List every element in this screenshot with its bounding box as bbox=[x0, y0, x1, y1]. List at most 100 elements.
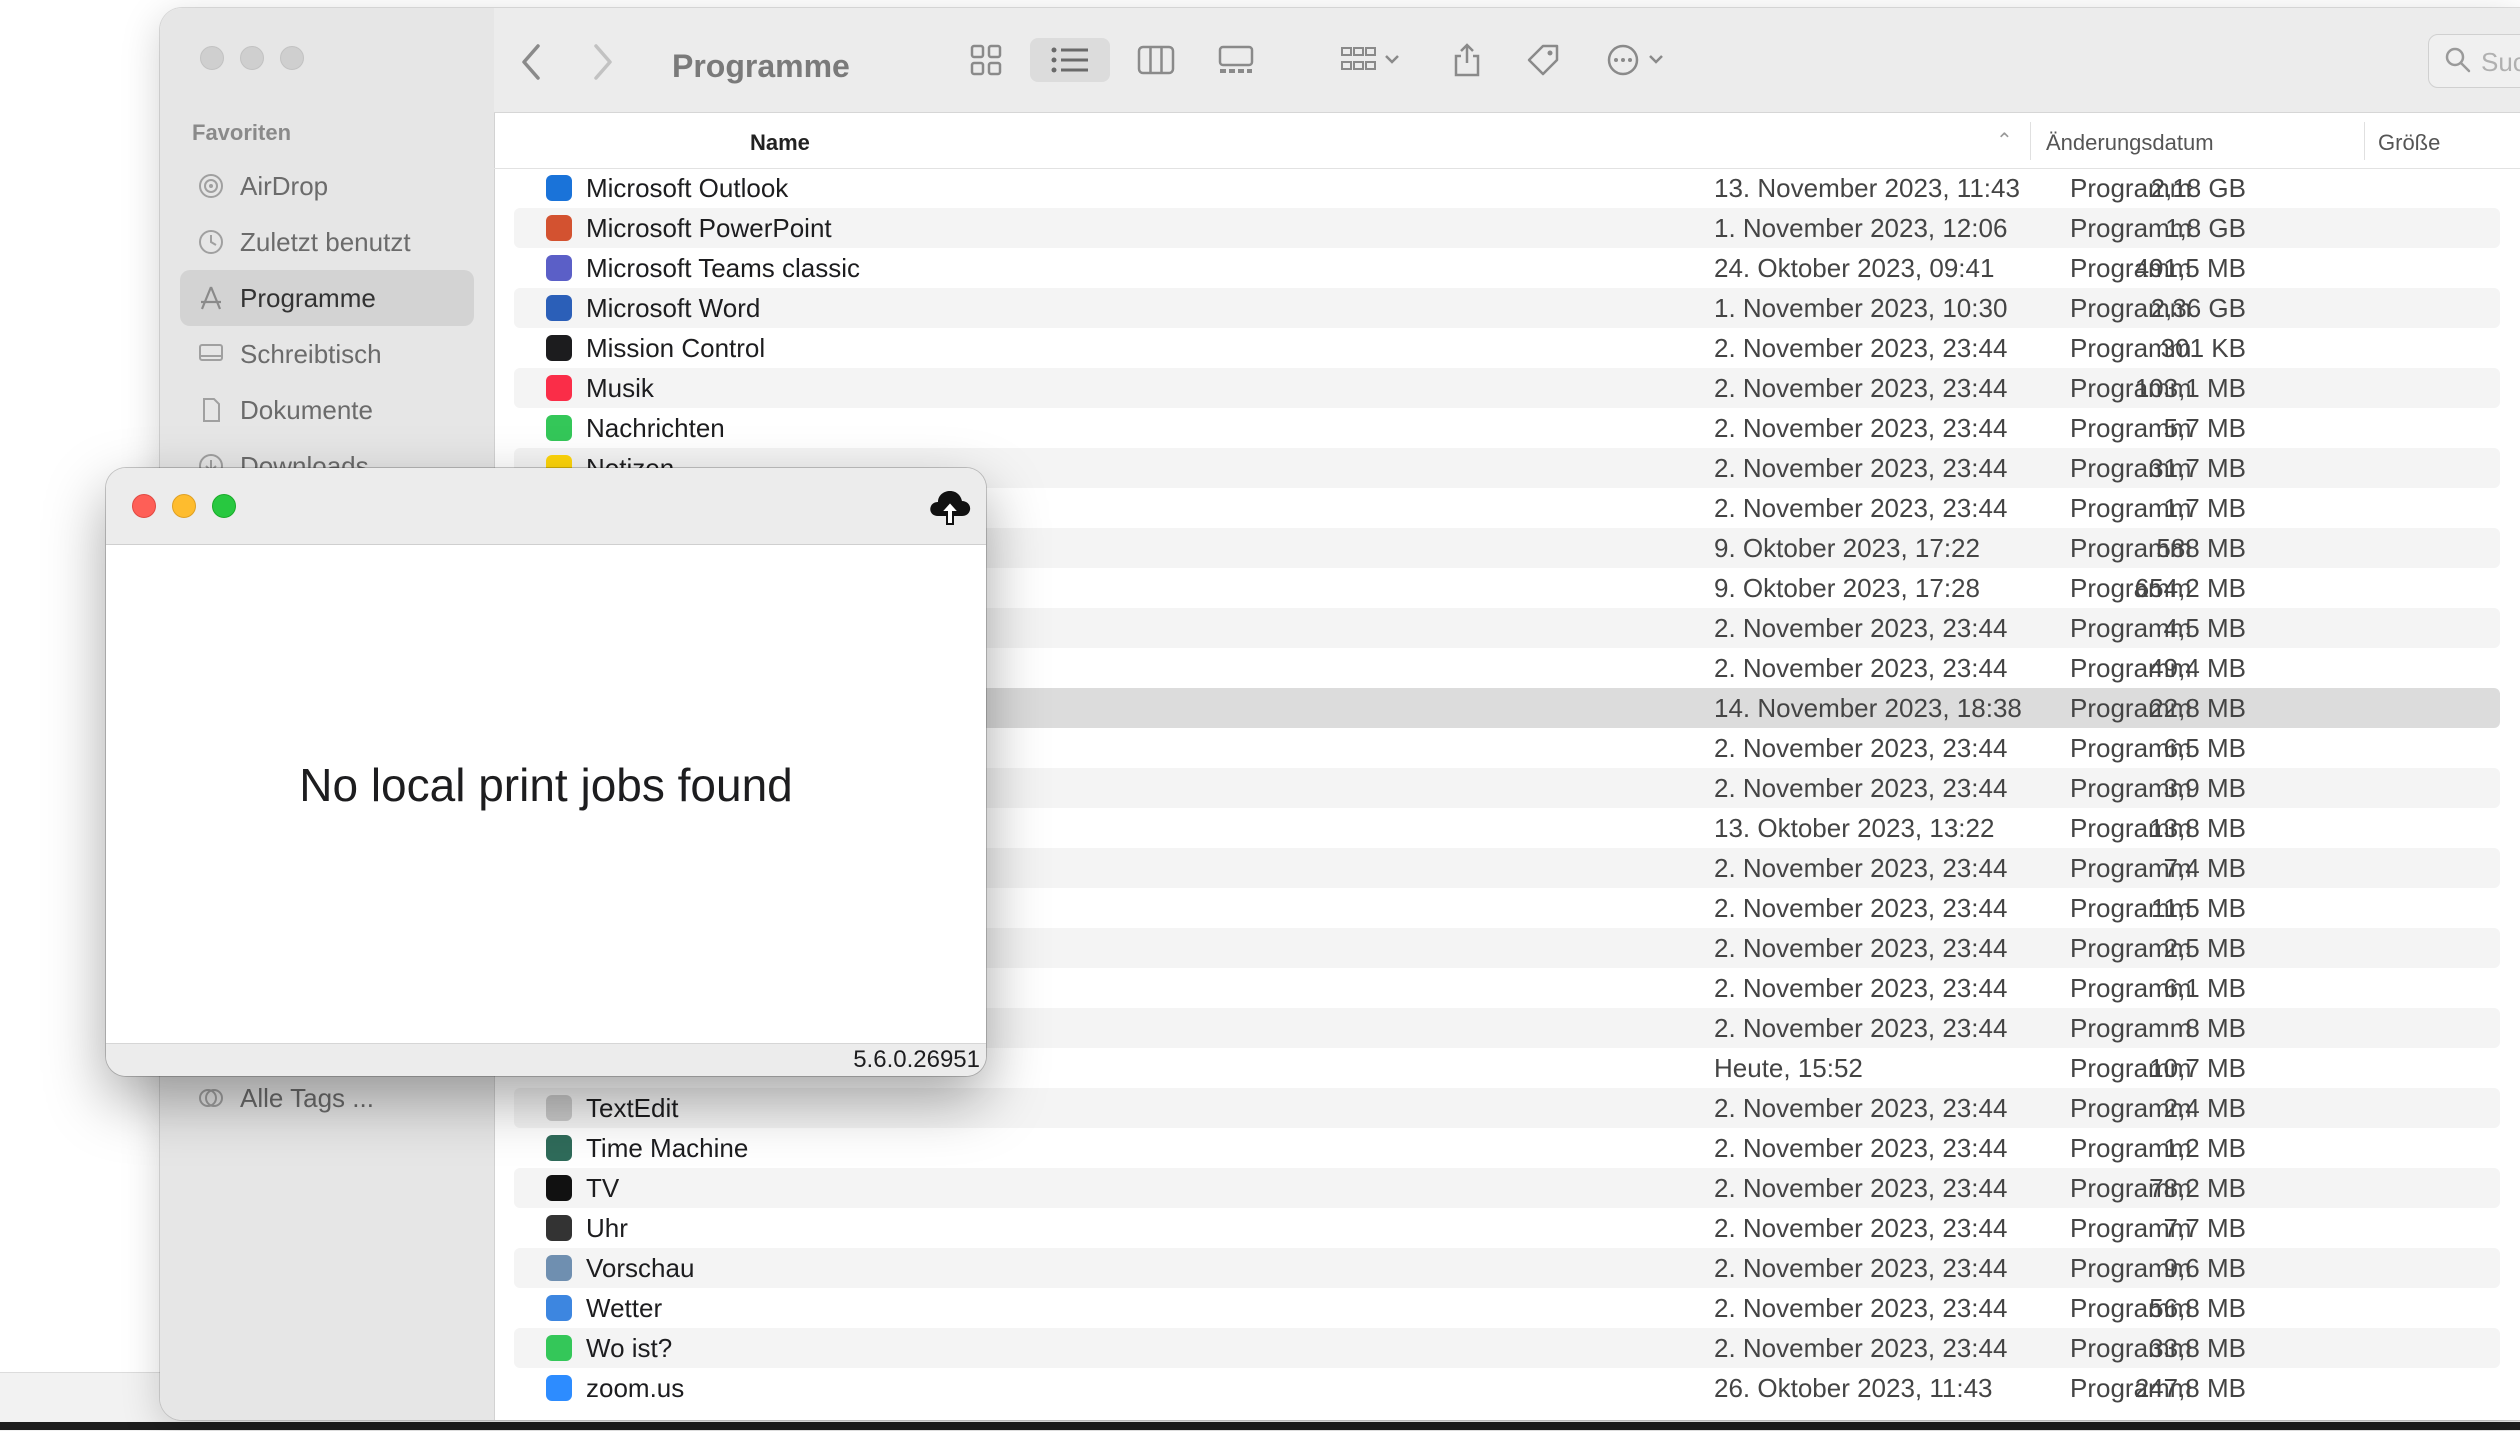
app-icon bbox=[546, 1215, 572, 1241]
table-row[interactable]: Microsoft Teams classic 24. Oktober 2023,… bbox=[514, 248, 2500, 288]
finder-traffic-lights bbox=[200, 46, 304, 70]
sidebar-heading-favorites: Favoriten bbox=[192, 120, 292, 145]
table-row[interactable]: Mission Control 2. November 2023, 23:44 30… bbox=[514, 328, 2500, 368]
file-date: 13. Oktober 2023, 13:22 bbox=[1714, 813, 1995, 843]
app-icon bbox=[546, 375, 572, 401]
ellipsis-circle-icon bbox=[1607, 44, 1663, 76]
search-icon bbox=[2445, 47, 2471, 73]
file-kind: Programm bbox=[2070, 493, 2192, 523]
table-row[interactable]: Wetter 2. November 2023, 23:44 56,8 MB Prog… bbox=[514, 1288, 2500, 1328]
dialog-traffic-lights bbox=[132, 494, 236, 518]
airdrop-icon bbox=[196, 171, 226, 201]
app-icon bbox=[546, 415, 572, 441]
search-input[interactable] bbox=[2479, 43, 2520, 81]
file-kind: Programm bbox=[2070, 253, 2192, 283]
file-kind: Programm bbox=[2070, 893, 2192, 923]
sidebar-item-dokumente[interactable]: Dokumente bbox=[180, 382, 474, 438]
finder-minimize-button[interactable] bbox=[240, 46, 264, 70]
table-row[interactable]: Time Machine 2. November 2023, 23:44 1,2 M… bbox=[514, 1128, 2500, 1168]
dialog-zoom-button[interactable] bbox=[212, 494, 236, 518]
dialog-close-button[interactable] bbox=[132, 494, 156, 518]
file-date: 26. Oktober 2023, 11:43 bbox=[1714, 1373, 1993, 1403]
file-kind: Programm bbox=[2070, 1173, 2192, 1203]
table-row[interactable]: TextEdit 2. November 2023, 23:44 2,4 MB Pro… bbox=[514, 1088, 2500, 1128]
table-row[interactable]: Microsoft Word 1. November 2023, 10:30 2,3… bbox=[514, 288, 2500, 328]
table-row[interactable]: Vorschau 2. November 2023, 23:44 9,6 MB Pro… bbox=[514, 1248, 2500, 1288]
gallery-view-button[interactable] bbox=[1206, 38, 1266, 82]
column-header-date[interactable]: Änderungsdatum bbox=[2046, 130, 2214, 156]
search-field[interactable] bbox=[2428, 34, 2520, 88]
file-kind: Programm bbox=[2070, 1133, 2192, 1163]
column-header-name[interactable]: Name bbox=[750, 130, 810, 156]
file-name: Microsoft Teams classic bbox=[586, 253, 861, 283]
finder-close-button[interactable] bbox=[200, 46, 224, 70]
file-kind: Programm bbox=[2070, 373, 2192, 403]
share-icon bbox=[1454, 43, 1480, 77]
file-name: Mission Control bbox=[586, 333, 766, 363]
file-date: 24. Oktober 2023, 09:41 bbox=[1714, 253, 1995, 283]
table-row[interactable]: Nachrichten 2. November 2023, 23:44 5,7 MB… bbox=[514, 408, 2500, 448]
file-kind: Programm bbox=[2070, 853, 2192, 883]
app-icon bbox=[546, 175, 572, 201]
file-kind: Programm bbox=[2070, 573, 2192, 603]
table-row[interactable]: Uhr 2. November 2023, 23:44 7,7 MB Programm bbox=[514, 1208, 2500, 1248]
sidebar-item-all-tags[interactable]: Alle Tags ... bbox=[180, 1070, 474, 1126]
file-kind: Programm bbox=[2070, 293, 2192, 323]
file-kind: Programm bbox=[2070, 773, 2192, 803]
table-row[interactable]: zoom.us 26. Oktober 2023, 11:43 247,8 MB Pr… bbox=[514, 1368, 2500, 1408]
more-actions-button[interactable] bbox=[1598, 38, 1678, 82]
table-row[interactable]: Microsoft Outlook 13. November 2023, 11:4… bbox=[514, 168, 2500, 208]
group-icon bbox=[1341, 47, 1399, 70]
file-kind: Programm bbox=[2070, 1013, 2192, 1043]
app-icon bbox=[546, 1175, 572, 1201]
table-row[interactable]: Wo ist? 2. November 2023, 23:44 33,8 MB Pro… bbox=[514, 1328, 2500, 1368]
table-row[interactable]: TV 2. November 2023, 23:44 78,2 MB Programm bbox=[514, 1168, 2500, 1208]
file-date: 2. November 2023, 23:44 bbox=[1714, 613, 2008, 643]
file-kind: Programm bbox=[2070, 453, 2192, 483]
file-kind: Programm bbox=[2070, 1253, 2192, 1283]
table-row[interactable]: Musik 2. November 2023, 23:44 103,1 MB Prog… bbox=[514, 368, 2500, 408]
group-button[interactable] bbox=[1332, 38, 1412, 82]
file-date: 2. November 2023, 23:44 bbox=[1714, 1293, 2008, 1323]
sidebar-item-label: Programme bbox=[240, 282, 376, 313]
file-date: 2. November 2023, 23:44 bbox=[1714, 933, 2008, 963]
file-date: 14. November 2023, 18:38 bbox=[1714, 693, 2022, 723]
column-header-size[interactable]: Größe bbox=[2378, 130, 2440, 156]
share-button[interactable] bbox=[1442, 38, 1492, 82]
list-view-button[interactable] bbox=[1030, 38, 1110, 82]
file-name: Uhr bbox=[586, 1213, 628, 1243]
apps-icon bbox=[196, 283, 226, 313]
file-kind: Programm bbox=[2070, 1293, 2192, 1323]
no-jobs-message: No local print jobs found bbox=[299, 759, 793, 811]
gallery-icon bbox=[1218, 45, 1254, 73]
file-date: 2. November 2023, 23:44 bbox=[1714, 333, 2008, 363]
forward-button[interactable] bbox=[590, 42, 616, 88]
cloud-upload-icon[interactable] bbox=[926, 482, 974, 530]
list-icon bbox=[1051, 47, 1088, 73]
file-kind: Programm bbox=[2070, 413, 2192, 443]
back-button[interactable] bbox=[518, 42, 544, 88]
file-kind: Programm bbox=[2070, 1373, 2192, 1403]
print-jobs-window: No local print jobs found 5.6.0.26951 bbox=[106, 468, 986, 1076]
file-date: 1. November 2023, 10:30 bbox=[1714, 293, 2008, 323]
sidebar-item-programme[interactable]: Programme bbox=[180, 270, 474, 326]
tag-icon bbox=[1527, 44, 1559, 76]
table-row[interactable]: Microsoft PowerPoint 1. November 2023, 12… bbox=[514, 208, 2500, 248]
sidebar-item-airdrop[interactable]: AirDrop bbox=[180, 158, 474, 214]
file-name: TV bbox=[586, 1173, 620, 1203]
file-name: Microsoft Outlook bbox=[586, 173, 789, 203]
finder-zoom-button[interactable] bbox=[280, 46, 304, 70]
file-date: 2. November 2023, 23:44 bbox=[1714, 773, 2008, 803]
file-name: Nachrichten bbox=[586, 413, 725, 443]
file-kind: Programm bbox=[2070, 173, 2192, 203]
clock-icon bbox=[196, 227, 226, 257]
dialog-minimize-button[interactable] bbox=[172, 494, 196, 518]
tag-button[interactable] bbox=[1518, 38, 1568, 82]
file-name: Microsoft Word bbox=[586, 293, 761, 323]
icon-view-button[interactable] bbox=[956, 38, 1016, 82]
sidebar-item-schreibtisch[interactable]: Schreibtisch bbox=[180, 326, 474, 382]
sidebar-item-zuletzt-benutzt[interactable]: Zuletzt benutzt bbox=[180, 214, 474, 270]
version-label: 5.6.0.26951 bbox=[853, 1046, 980, 1073]
file-name: Musik bbox=[586, 373, 654, 403]
column-view-button[interactable] bbox=[1126, 38, 1186, 82]
